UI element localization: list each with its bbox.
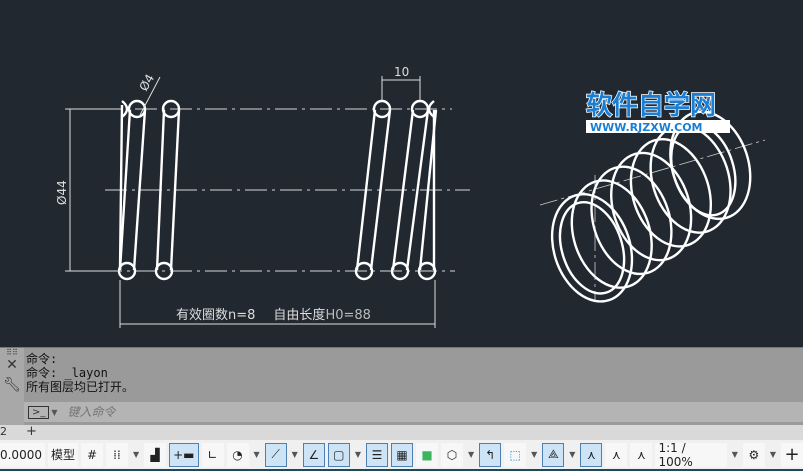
svg-text:软件自学网: 软件自学网 (586, 90, 716, 121)
coils-label: 有效圈数 (176, 308, 228, 323)
transparency-icon[interactable]: ▦ (390, 442, 413, 467)
chevron-down-icon[interactable]: ▼ (770, 450, 776, 459)
polar-tracking-icon[interactable]: ◔ (226, 442, 249, 467)
object-snap-tracking-icon[interactable]: ⟋ (264, 442, 287, 467)
layout-tabs: 2 + (0, 424, 803, 440)
status-bar: 0.0000 模型 # ⁞⁞ ▼ ▟ +▬ ∟ ◔ ▼ ⟋ ▼ ∠ ▢ ▼ ☰ ▦ ■ … (0, 440, 803, 471)
chevron-down-icon[interactable]: ▼ (569, 450, 575, 459)
3d-object-snap-icon[interactable]: ⬡ (440, 442, 463, 467)
snap-icon[interactable]: ⁞⁞ (105, 442, 128, 467)
selection-filter-icon[interactable]: ⬚ (504, 442, 527, 467)
command-history: 命令: 命令: _layon 所有图层均已打开。 (26, 352, 135, 394)
grid-icon[interactable]: # (80, 442, 103, 467)
chevron-down-icon[interactable]: ▼ (468, 450, 474, 459)
osnap-icon[interactable]: ∠ (302, 442, 325, 467)
command-input[interactable] (67, 405, 468, 419)
gizmo-icon[interactable]: ⟁ (542, 442, 565, 467)
infer-constraints-icon[interactable]: ▟ (144, 442, 167, 467)
ortho-icon[interactable]: ∟ (201, 442, 224, 467)
quick-properties-icon[interactable]: ■ (415, 442, 438, 467)
chevron-down-icon[interactable]: ▼ (133, 450, 139, 459)
tab-layout[interactable]: 2 (0, 425, 7, 438)
close-icon[interactable]: ✕ (0, 357, 24, 373)
terminal-icon[interactable]: >_ (28, 405, 50, 419)
add-tab-button[interactable]: + (26, 424, 37, 439)
customize-plus-icon[interactable]: + (781, 442, 803, 467)
ucs-icon[interactable]: ↰ (479, 442, 502, 467)
drawing-canvas[interactable]: Ø4 Ø44 10 有效圈数n=8 自由长度H0=88 软件自学网 WWW.RJZ… (0, 0, 803, 347)
annotation-scale-dropdown[interactable]: 1:1 / 100% (655, 441, 727, 469)
grip-handle[interactable]: ⠿⠿ (0, 348, 24, 357)
selection-cycling-icon[interactable]: ▢ (327, 442, 350, 467)
length-value: H0=88 (325, 308, 370, 323)
chevron-down-icon[interactable]: ▼ (732, 450, 738, 459)
chevron-down-icon[interactable]: ▼ (531, 450, 537, 459)
length-label: 自由长度 (273, 307, 325, 323)
coordinates-readout: 0.0000 (0, 442, 45, 467)
auto-scale-icon[interactable]: ⋏ (605, 442, 628, 467)
dim-dia-text: Ø44 (55, 180, 69, 205)
chevron-down-icon[interactable]: ▼ (292, 450, 298, 459)
coils-value: n=8 (228, 308, 255, 323)
gear-icon[interactable]: ⚙ (742, 442, 765, 467)
command-line-panel: ⠿⠿ ✕ 🔧︎ 命令: 命令: _layon 所有图层均已打开。 >_ ▼ (0, 347, 803, 426)
annotation-visibility-icon[interactable]: ⋏ (580, 442, 603, 467)
lineweight-icon[interactable]: ☰ (365, 442, 388, 467)
dim-pitch-text: 10 (394, 65, 409, 79)
chevron-down-icon[interactable]: ▼ (254, 450, 260, 459)
wrench-icon[interactable]: 🔧︎ (0, 377, 24, 393)
svg-text:有效圈数n=8自由长度H0=88: 有效圈数n=8 自由长度H0=88 (176, 307, 371, 323)
annotation-scale-icon[interactable]: ⋏ (630, 442, 653, 467)
chevron-down-icon[interactable]: ▼ (51, 408, 57, 417)
dim-wire-text: Ø4 (136, 72, 157, 94)
dynamic-input-icon[interactable]: +▬ (169, 442, 199, 467)
chevron-down-icon[interactable]: ▼ (355, 450, 361, 459)
watermark-logo: 软件自学网 WWW.RJZXW.COM (585, 89, 730, 134)
model-space-button[interactable]: 模型 (47, 442, 78, 467)
svg-text:WWW.RJZXW.COM: WWW.RJZXW.COM (590, 121, 703, 134)
